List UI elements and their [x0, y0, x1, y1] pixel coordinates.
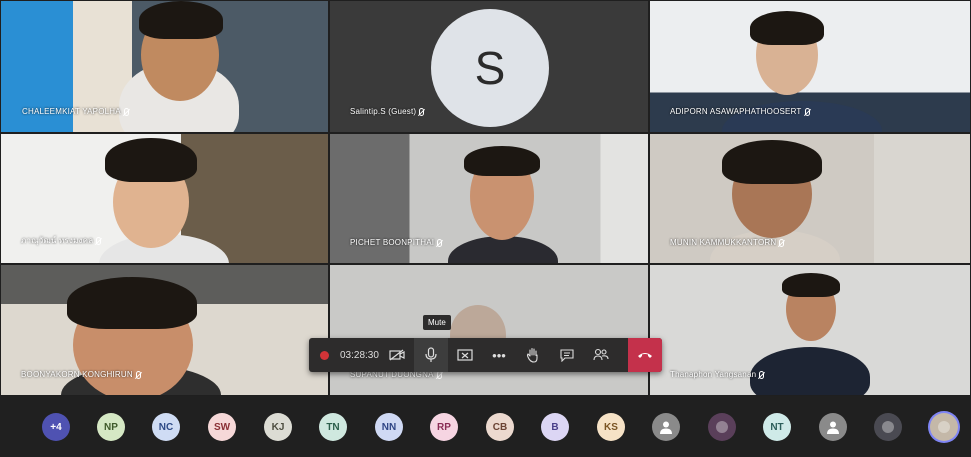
share-stop-icon — [457, 349, 473, 361]
participant-initials: KJ — [271, 421, 285, 433]
camera-off-icon — [389, 349, 405, 361]
participant-name: ภาณุวัฒน์ ทรงมงคล — [21, 234, 102, 247]
participant-name: PICHET BOONPITHAI — [350, 238, 443, 247]
participant-avatar[interactable] — [819, 413, 847, 441]
participant-avatar[interactable] — [930, 413, 958, 441]
participant-hair — [464, 146, 540, 176]
participant-avatar[interactable]: NC — [152, 413, 180, 441]
participant-initials: +4 — [50, 421, 62, 433]
mic-off-icon — [437, 238, 443, 247]
video-tile-thanaphon[interactable]: Thanaphon Yangsanan — [649, 264, 971, 396]
photo-avatar-icon — [716, 421, 728, 433]
participant-hair — [750, 11, 824, 45]
participant-initials: NT — [770, 421, 784, 433]
avatar: S — [431, 9, 549, 127]
share-screen-button[interactable] — [448, 338, 482, 372]
participant-avatar[interactable] — [874, 413, 902, 441]
participant-initials: RP — [437, 421, 451, 433]
participant-initials: KS — [604, 421, 618, 433]
mic-off-icon — [135, 370, 141, 379]
video-tile-boonyakorn[interactable]: BOONYAKORN KONGHIRUN — [0, 264, 329, 396]
video-grid: CHALEEMKIAT YAPOLHA S Salintip.S (Guest)… — [0, 0, 971, 396]
mic-off-icon — [779, 238, 785, 247]
participant-hair — [139, 1, 223, 39]
phone-hangup-icon — [638, 353, 652, 358]
mic-off-icon — [419, 107, 425, 116]
raise-hand-button[interactable] — [516, 338, 550, 372]
mute-tooltip: Mute — [423, 315, 451, 330]
participant-avatar[interactable]: KS — [597, 413, 625, 441]
video-tile-munin[interactable]: MUNIN KAMMUKKANTORN — [649, 133, 971, 264]
participant-body — [722, 101, 882, 132]
participant-hair — [67, 277, 197, 329]
mute-button[interactable] — [414, 338, 448, 372]
participants-button[interactable] — [584, 338, 618, 372]
video-tile-supanut[interactable]: SUPANUT DUONGNA — [329, 264, 649, 396]
call-controls: 03:28:30 ••• — [309, 338, 662, 372]
participant-avatar[interactable]: RP — [430, 413, 458, 441]
participant-name: MUNIN KAMMUKKANTORN — [670, 238, 785, 247]
participant-initials: NN — [381, 421, 397, 433]
participant-initials: B — [551, 421, 559, 433]
video-tile-adiporn[interactable]: ADIPORN ASAWAPHATHOOSERT — [649, 0, 971, 133]
participant-avatar[interactable]: SW — [208, 413, 236, 441]
photo-avatar-icon — [882, 421, 894, 433]
participant-hair — [105, 138, 197, 182]
mic-off-icon — [96, 236, 102, 245]
hang-up-button[interactable] — [628, 338, 662, 372]
participant-body — [750, 347, 870, 395]
participant-initials: SW — [213, 421, 231, 433]
participant-initials: CB — [492, 421, 508, 433]
hand-icon — [526, 347, 538, 363]
participant-avatar[interactable] — [708, 413, 736, 441]
participant-body — [448, 236, 558, 263]
participant-avatar[interactable]: CB — [486, 413, 514, 441]
participant-name: BOONYAKORN KONGHIRUN — [21, 370, 141, 379]
more-options-button[interactable]: ••• — [482, 338, 516, 372]
call-timer: 03:28:30 — [340, 349, 379, 361]
video-tile-pichet[interactable]: PICHET BOONPITHAI — [329, 133, 649, 264]
participant-initials: TN — [326, 421, 340, 433]
participant-avatar[interactable]: NN — [375, 413, 403, 441]
participant-avatar[interactable]: B — [541, 413, 569, 441]
participant-avatar[interactable]: +4 — [42, 413, 70, 441]
participant-avatar[interactable]: NP — [97, 413, 125, 441]
mic-off-icon — [804, 107, 810, 116]
participant-hair — [722, 140, 822, 184]
camera-toggle-button[interactable] — [380, 338, 414, 372]
participant-name: CHALEEMKIAT YAPOLHA — [22, 107, 129, 116]
chat-button[interactable] — [550, 338, 584, 372]
person-icon — [827, 421, 839, 434]
participants-icon — [593, 348, 609, 361]
mic-off-icon — [759, 370, 765, 379]
participant-name: Salintip.S (Guest) — [350, 107, 425, 116]
participant-initials: NC — [158, 421, 174, 433]
participant-hair — [782, 273, 840, 297]
participant-avatar[interactable]: TN — [319, 413, 347, 441]
participant-avatar[interactable] — [652, 413, 680, 441]
participant-initials: NP — [104, 421, 118, 433]
participant-name: ADIPORN ASAWAPHATHOOSERT — [670, 107, 810, 116]
video-tile-chaleemkiat[interactable]: CHALEEMKIAT YAPOLHA — [0, 0, 329, 133]
person-icon — [660, 421, 672, 434]
video-tile-panuwat[interactable]: ภาณุวัฒน์ ทรงมงคล — [0, 133, 329, 264]
recording-indicator-icon — [320, 350, 329, 360]
chat-icon — [560, 348, 574, 362]
photo-avatar-icon — [938, 421, 950, 433]
participant-name: Thanaphon Yangsanan — [670, 370, 765, 379]
ellipsis-icon: ••• — [492, 347, 506, 363]
video-tile-salintip[interactable]: S Salintip.S (Guest) — [329, 0, 649, 133]
participant-avatar[interactable]: NT — [763, 413, 791, 441]
participant-avatar[interactable]: KJ — [264, 413, 292, 441]
mic-off-icon — [123, 107, 129, 116]
microphone-icon — [425, 347, 437, 362]
